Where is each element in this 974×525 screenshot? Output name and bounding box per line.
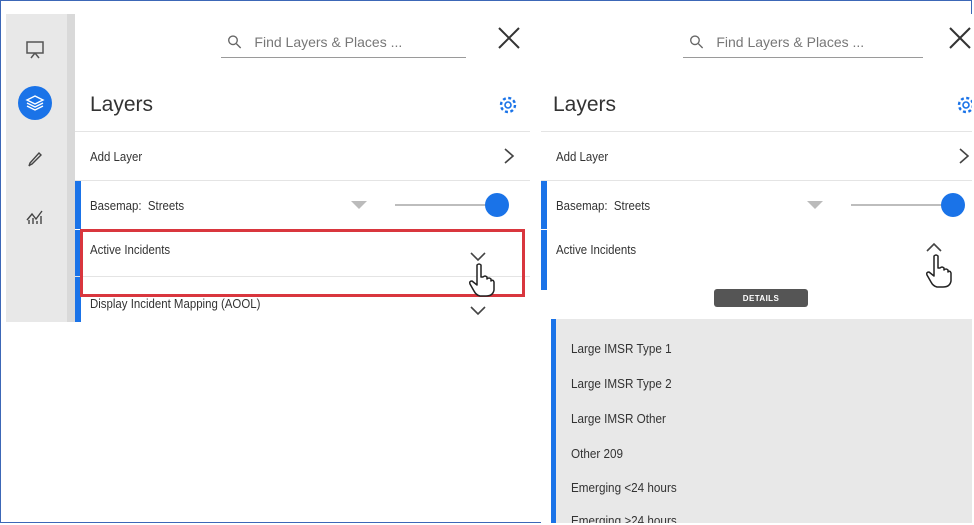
chevron-up-icon[interactable] xyxy=(926,242,942,252)
display-incident-row[interactable]: Display Incident Mapping (AOOL) xyxy=(75,282,530,322)
side-rail xyxy=(6,14,67,322)
search-box xyxy=(221,26,466,58)
list-item[interactable]: Emerging <24 hours xyxy=(571,480,677,495)
active-incidents-row[interactable]: Active Incidents xyxy=(75,230,530,282)
layers-panel-collapsed: Layers Add Layer Basemap: Streets Active… xyxy=(75,14,530,322)
active-incidents-label: Active Incidents xyxy=(556,242,637,257)
gear-icon[interactable] xyxy=(955,94,972,116)
layers-panel-expanded: Layers Add Layer Basemap: Streets Active… xyxy=(541,14,972,523)
list-item[interactable]: Large IMSR Other xyxy=(571,411,666,426)
basemap-value: Streets xyxy=(613,197,651,213)
list-item[interactable]: Emerging >24 hours xyxy=(571,513,677,523)
layers-icon[interactable] xyxy=(18,86,52,120)
chevron-right-icon[interactable] xyxy=(958,148,970,164)
opacity-slider-knob[interactable] xyxy=(941,193,965,217)
opacity-slider-track[interactable] xyxy=(395,204,495,206)
opacity-slider-knob[interactable] xyxy=(485,193,509,217)
basemap-dropdown-icon[interactable] xyxy=(351,201,367,209)
add-layer-label: Add Layer xyxy=(90,148,143,164)
add-layer-label: Add Layer xyxy=(556,148,609,164)
opacity-slider-track[interactable] xyxy=(851,204,951,206)
list-item[interactable]: Large IMSR Type 1 xyxy=(571,341,672,356)
basemap-label: Basemap: xyxy=(90,197,142,213)
list-item[interactable]: Large IMSR Type 2 xyxy=(571,376,672,391)
basemap-label: Basemap: xyxy=(556,197,608,213)
page-title: Layers xyxy=(553,93,617,116)
basemap-dropdown-icon[interactable] xyxy=(807,201,823,209)
add-layer-row[interactable]: Add Layer xyxy=(541,132,972,180)
details-button[interactable]: DETAILS xyxy=(714,289,808,307)
search-input[interactable] xyxy=(714,32,923,51)
search-box xyxy=(683,26,923,58)
close-icon[interactable] xyxy=(495,24,523,52)
sublayer-list: Large IMSR Type 1 Large IMSR Type 2 Larg… xyxy=(551,319,972,523)
page-title: Layers xyxy=(90,93,154,116)
basemap-value: Streets xyxy=(147,197,185,213)
divider xyxy=(75,276,530,277)
chevron-down-icon[interactable] xyxy=(470,252,486,262)
rail-divider xyxy=(67,14,75,322)
search-icon xyxy=(228,34,242,48)
add-layer-row[interactable]: Add Layer xyxy=(75,132,530,180)
gear-icon[interactable] xyxy=(497,94,519,116)
active-incidents-row[interactable]: Active Incidents xyxy=(541,230,972,290)
chart-icon[interactable] xyxy=(18,200,52,234)
basemap-row: Basemap: Streets xyxy=(541,181,972,229)
pencil-icon[interactable] xyxy=(18,142,52,176)
list-item[interactable]: Other 209 xyxy=(571,446,623,461)
basemap-row: Basemap: Streets xyxy=(75,181,530,229)
chevron-right-icon[interactable] xyxy=(503,148,515,164)
search-icon xyxy=(690,34,704,48)
chevron-down-icon[interactable] xyxy=(470,306,486,316)
search-input[interactable] xyxy=(252,32,466,51)
display-incident-label: Display Incident Mapping (AOOL) xyxy=(90,296,261,311)
active-incidents-label: Active Incidents xyxy=(90,242,171,257)
close-icon[interactable] xyxy=(946,24,972,52)
presentation-icon[interactable] xyxy=(18,32,52,66)
